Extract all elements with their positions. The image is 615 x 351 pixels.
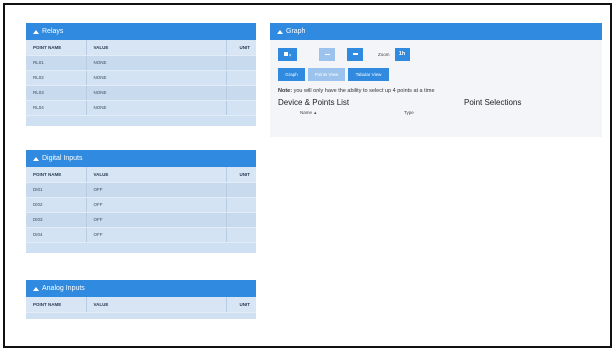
point-value: OFF: [86, 197, 227, 213]
digital-inputs-panel: Digital Inputs POINT NAME VALUE UNIT DI0…: [26, 150, 256, 253]
table-row: DI01 OFF: [26, 182, 256, 198]
zoom-label: Zoom: [378, 51, 390, 57]
point-unit: [226, 212, 256, 228]
analog-inputs-header[interactable]: Analog Inputs: [26, 280, 256, 297]
tabular-view-button[interactable]: Tabular View: [348, 67, 389, 81]
col-unit: UNIT: [226, 40, 256, 56]
graph-view-button[interactable]: Graph: [278, 67, 305, 81]
table-row: RL01 NONE: [26, 55, 256, 71]
point-unit: [226, 227, 256, 243]
relays-panel: Relays POINT NAME VALUE UNIT RL01 NONE R…: [26, 23, 256, 126]
collapse-up-icon: [33, 286, 39, 291]
col-point-name: POINT NAME: [26, 167, 87, 183]
analog-inputs-title: Analog Inputs: [42, 285, 85, 292]
point-value: NONE: [86, 100, 227, 116]
point-name: RL04: [26, 100, 87, 116]
minus-icon: [352, 53, 358, 56]
zoom-1h-button[interactable]: 1h: [394, 47, 410, 61]
table-row: DI04 OFF: [26, 227, 256, 243]
analog-inputs-table: POINT NAME VALUE UNIT: [26, 297, 256, 313]
analog-inputs-panel: Analog Inputs POINT NAME VALUE UNIT: [26, 280, 256, 319]
relays-title: Relays: [42, 28, 64, 35]
chevron-down-icon: ▾: [289, 51, 292, 57]
sort-up-icon: ▲: [313, 110, 318, 115]
point-unit: [226, 182, 256, 198]
graph-toolbar: ▾ Zoom 1h: [278, 46, 594, 62]
col-value: VALUE: [86, 40, 227, 56]
point-name: DI02: [26, 197, 87, 213]
point-unit: [226, 70, 256, 86]
point-name: RL01: [26, 55, 87, 71]
point-name: DI01: [26, 182, 87, 198]
col-value: VALUE: [86, 297, 227, 313]
previous-button[interactable]: [319, 47, 335, 61]
point-value: NONE: [86, 85, 227, 101]
point-value: OFF: [86, 182, 227, 198]
table-row: RL02 NONE: [26, 70, 256, 86]
view-buttons: Graph Points View Tabular View: [278, 66, 594, 82]
point-selections-title: Point Selections: [464, 98, 522, 107]
col-unit: UNIT: [226, 297, 256, 313]
point-unit: [226, 197, 256, 213]
col-unit: UNIT: [226, 167, 256, 183]
type-column-header[interactable]: Type: [404, 110, 414, 115]
point-name: RL03: [26, 85, 87, 101]
name-column-header[interactable]: Name ▲: [300, 110, 404, 115]
col-value: VALUE: [86, 167, 227, 183]
point-unit: [226, 85, 256, 101]
digital-inputs-title: Digital Inputs: [42, 155, 83, 162]
table-row: RL04 NONE: [26, 100, 256, 116]
point-value: NONE: [86, 55, 227, 71]
point-value: OFF: [86, 227, 227, 243]
minus-icon: [324, 53, 330, 55]
relays-header[interactable]: Relays: [26, 23, 256, 40]
point-value: NONE: [86, 70, 227, 86]
col-point-name: POINT NAME: [26, 40, 87, 56]
table-row: RL03 NONE: [26, 85, 256, 101]
chart-square-icon: [283, 52, 288, 57]
device-points-title: Device & Points List: [278, 98, 350, 107]
point-name: RL02: [26, 70, 87, 86]
note-label: Note:: [278, 88, 293, 94]
collapse-up-icon: [277, 29, 283, 34]
collapse-up-icon: [33, 156, 39, 161]
relays-table: POINT NAME VALUE UNIT RL01 NONE RL02 NON…: [26, 40, 256, 116]
graph-title: Graph: [286, 28, 306, 35]
point-name: DI04: [26, 227, 87, 243]
collapse-up-icon: [33, 29, 39, 34]
table-row: DI03 OFF: [26, 212, 256, 228]
col-point-name: POINT NAME: [26, 297, 87, 313]
graph-header[interactable]: Graph: [270, 23, 602, 40]
table-row: DI02 OFF: [26, 197, 256, 213]
chart-type-dropdown[interactable]: ▾: [278, 47, 297, 61]
point-name: DI03: [26, 212, 87, 228]
points-view-button[interactable]: Points View: [308, 67, 345, 81]
graph-panel: Graph ▾ Zoom 1h Graph Points View Tabula…: [270, 23, 602, 137]
selection-note: Note: you will only have the ability to …: [278, 88, 594, 94]
next-button[interactable]: [347, 47, 363, 61]
name-column-label: Name: [300, 110, 313, 115]
point-unit: [226, 100, 256, 116]
digital-inputs-table: POINT NAME VALUE UNIT DI01 OFF DI02 OFF …: [26, 167, 256, 243]
point-value: OFF: [86, 212, 227, 228]
point-unit: [226, 55, 256, 71]
note-text: you will only have the ability to select…: [293, 88, 435, 94]
digital-inputs-header[interactable]: Digital Inputs: [26, 150, 256, 167]
